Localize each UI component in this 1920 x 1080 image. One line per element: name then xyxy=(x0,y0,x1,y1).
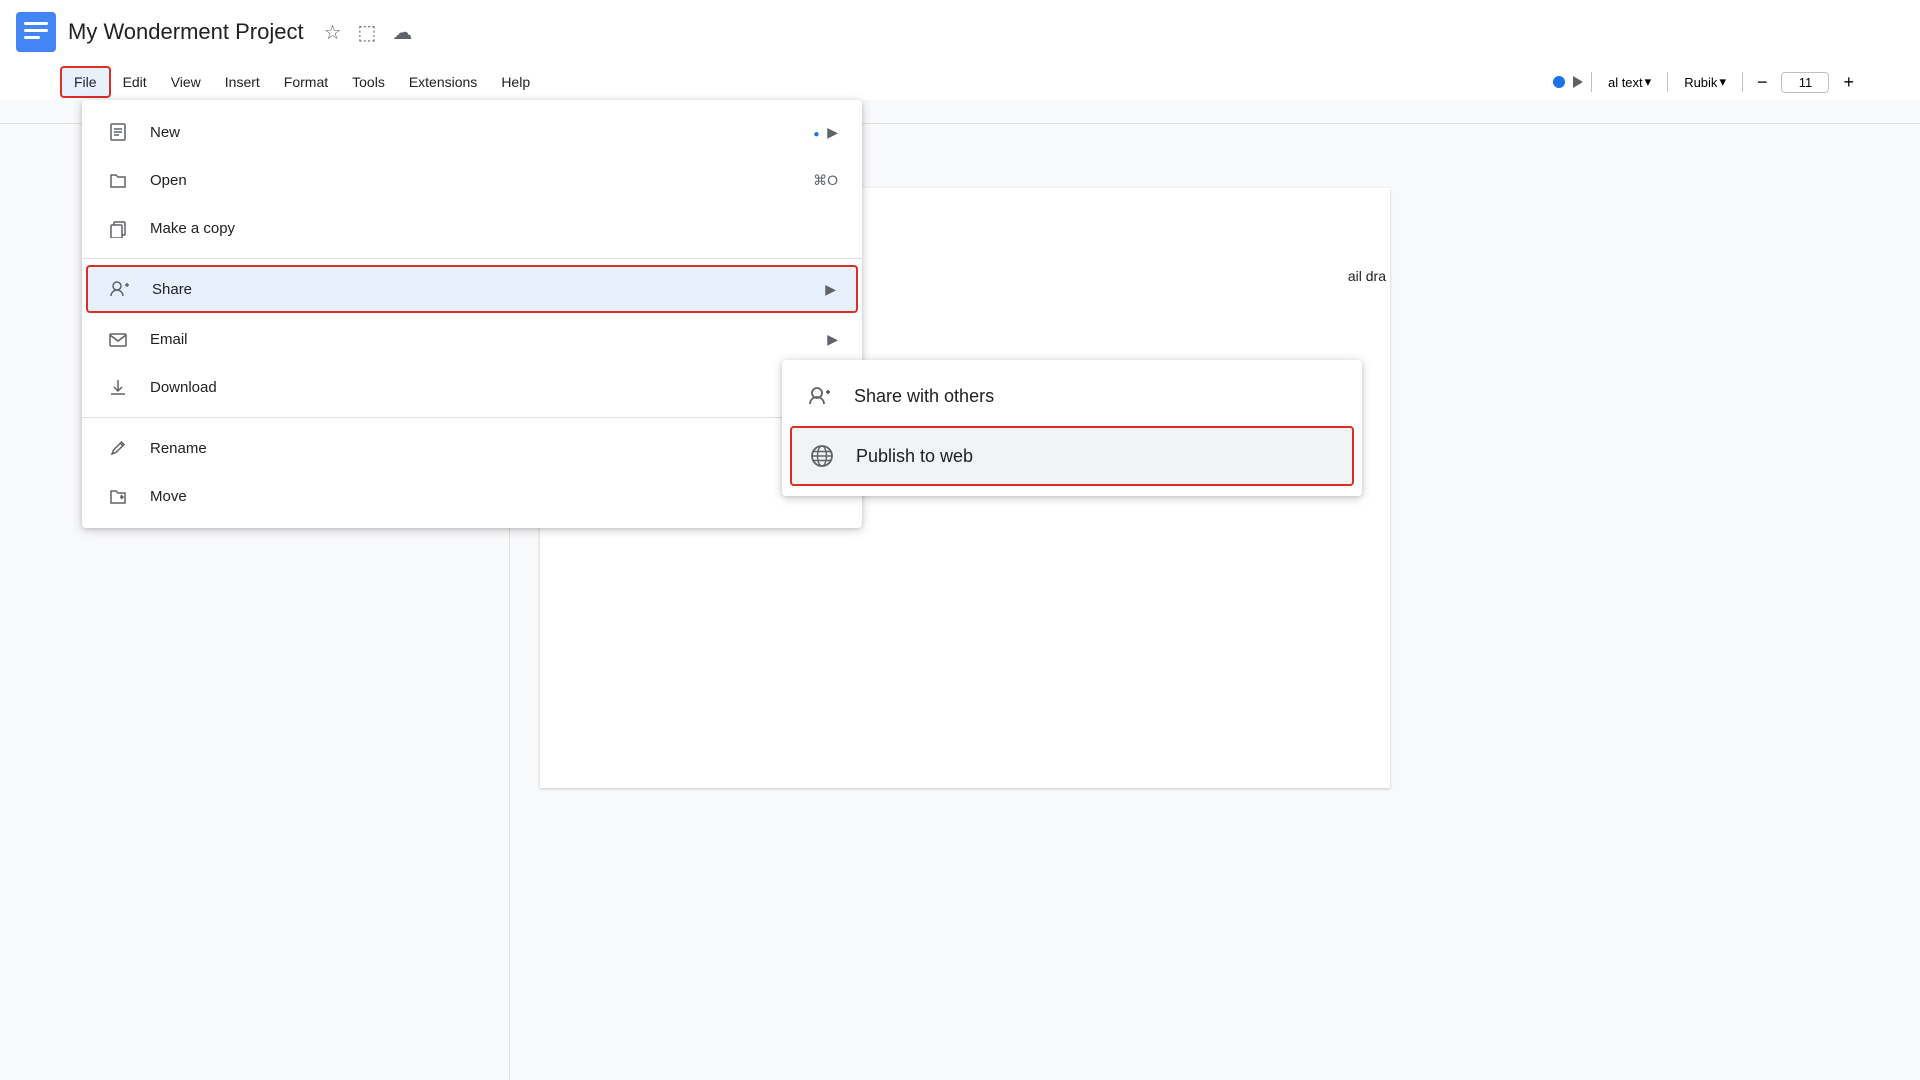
menu-item-format[interactable]: Format xyxy=(272,68,340,96)
menu-item-help[interactable]: Help xyxy=(489,68,542,96)
copy-label: Make a copy xyxy=(150,220,838,237)
copy-icon xyxy=(106,216,130,240)
file-menu-share[interactable]: Share ▶ xyxy=(86,265,858,313)
rename-icon xyxy=(106,436,130,460)
open-shortcut: ⌘O xyxy=(813,172,838,189)
style-selector[interactable]: al text ▾ xyxy=(1600,70,1659,94)
open-icon xyxy=(106,168,130,192)
file-menu-move[interactable]: Move xyxy=(82,472,862,520)
font-selector[interactable]: Rubik ▾ xyxy=(1676,70,1734,94)
new-shortcut: ● ▶ xyxy=(813,124,838,141)
style-chevron: ▾ xyxy=(1645,74,1652,90)
move-icon xyxy=(106,484,130,508)
style-label: al text xyxy=(1608,75,1643,90)
email-label: Email xyxy=(150,331,807,348)
toolbar-divider2 xyxy=(1667,72,1668,92)
menu-bar: File Edit View Insert Format Tools Exten… xyxy=(0,64,1920,100)
open-label: Open xyxy=(150,172,793,189)
topbar: My Wonderment Project ☆ ⬚ ☁ xyxy=(0,0,1920,64)
share-arrow: ▶ xyxy=(825,281,836,298)
folder-icon[interactable]: ⬚ xyxy=(358,20,377,45)
menu-item-insert[interactable]: Insert xyxy=(213,68,272,96)
share-icon xyxy=(108,277,132,301)
toolbar-right: al text ▾ Rubik ▾ − 11 + xyxy=(1553,70,1860,95)
menu-item-extensions[interactable]: Extensions xyxy=(397,68,489,96)
publish-to-web-icon xyxy=(808,442,836,470)
download-label: Download xyxy=(150,379,807,396)
toolbar-divider3 xyxy=(1742,72,1743,92)
divider-1 xyxy=(82,258,862,259)
cloud-icon[interactable]: ☁ xyxy=(392,20,412,45)
file-menu-email[interactable]: Email ▶ xyxy=(82,315,862,363)
font-size-plus[interactable]: + xyxy=(1837,70,1860,95)
file-menu-new[interactable]: New ● ▶ xyxy=(82,108,862,156)
submenu-share-with-others[interactable]: Share with others xyxy=(782,368,1362,424)
email-arrow: ▶ xyxy=(827,331,838,348)
file-menu-copy[interactable]: Make a copy xyxy=(82,204,862,252)
rename-label: Rename xyxy=(150,440,838,457)
email-icon xyxy=(106,327,130,351)
share-submenu: Share with others Publish to web xyxy=(782,360,1362,496)
download-icon xyxy=(106,375,130,399)
toolbar-divider xyxy=(1591,72,1592,92)
file-menu-rename[interactable]: Rename xyxy=(82,424,862,472)
menu-item-edit[interactable]: Edit xyxy=(111,68,159,96)
star-icon[interactable]: ☆ xyxy=(324,20,342,45)
doc-text-fragment: ail dra xyxy=(1348,268,1390,284)
file-dropdown: New ● ▶ Open ⌘O Make a copy xyxy=(82,100,862,528)
share-with-others-icon xyxy=(806,382,834,410)
new-label: New xyxy=(150,124,793,141)
font-size-input[interactable]: 11 xyxy=(1781,72,1829,93)
divider-2 xyxy=(82,417,862,418)
font-size-minus[interactable]: − xyxy=(1751,70,1774,95)
font-label: Rubik xyxy=(1684,75,1717,90)
share-label: Share xyxy=(152,281,805,298)
menu-item-view[interactable]: View xyxy=(159,68,213,96)
blue-dot xyxy=(1553,76,1565,88)
play-button[interactable] xyxy=(1573,76,1583,88)
share-with-others-label: Share with others xyxy=(854,386,994,407)
doc-title[interactable]: My Wonderment Project xyxy=(68,19,304,45)
menu-item-tools[interactable]: Tools xyxy=(340,68,397,96)
menu-item-file[interactable]: File xyxy=(60,66,111,98)
submenu-publish-to-web[interactable]: Publish to web xyxy=(790,426,1354,486)
publish-to-web-label: Publish to web xyxy=(856,446,973,467)
move-label: Move xyxy=(150,488,838,505)
font-chevron: ▾ xyxy=(1719,74,1726,90)
docs-logo[interactable] xyxy=(16,12,56,52)
new-icon xyxy=(106,120,130,144)
file-menu-open[interactable]: Open ⌘O xyxy=(82,156,862,204)
file-menu-download[interactable]: Download ▶ xyxy=(82,363,862,411)
